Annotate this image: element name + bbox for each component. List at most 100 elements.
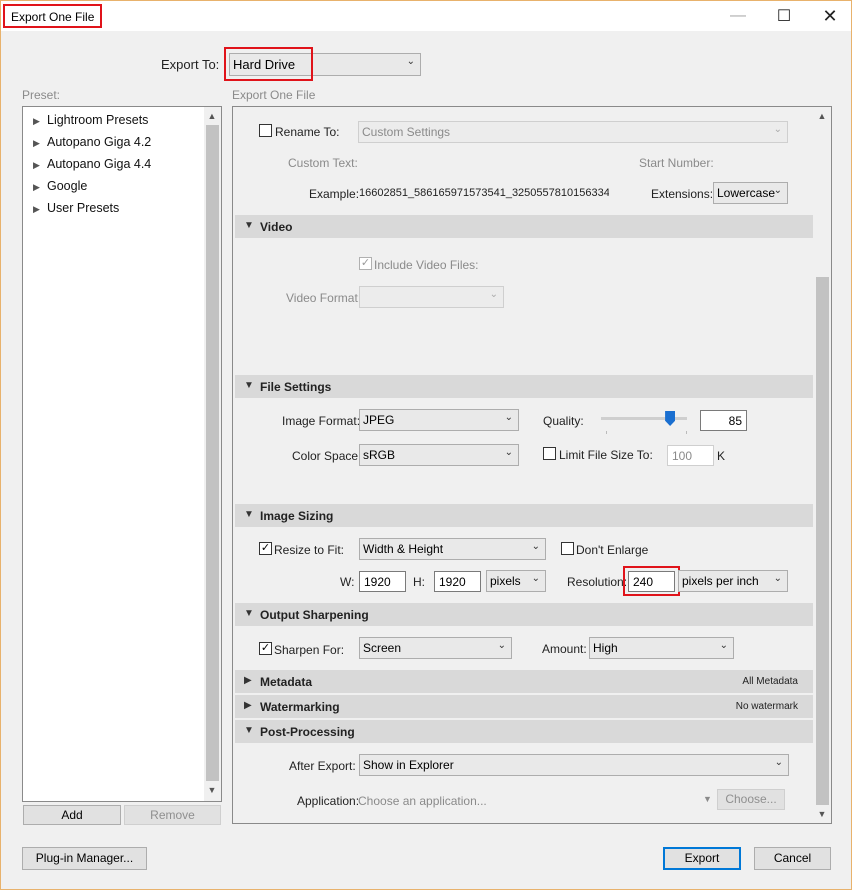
preset-item[interactable]: ▶ User Presets bbox=[33, 201, 119, 215]
image-format-select[interactable]: JPEG ⌄ bbox=[359, 409, 519, 431]
custom-text-label: Custom Text: bbox=[288, 156, 358, 170]
preset-item[interactable]: ▶ Autopano Giga 4.2 bbox=[33, 135, 151, 149]
image-format-label: Image Format: bbox=[282, 414, 361, 428]
preset-label: Preset: bbox=[22, 88, 61, 102]
chevron-down-icon: ⌄ bbox=[774, 757, 783, 768]
expand-triangle-icon[interactable]: ▶ bbox=[33, 116, 41, 127]
preset-scroll-thumb[interactable] bbox=[206, 125, 219, 781]
collapse-triangle-icon[interactable]: ▼ bbox=[244, 509, 254, 520]
export-button[interactable]: Export bbox=[663, 847, 741, 870]
resize-to-fit-label: Resize to Fit: bbox=[274, 543, 345, 557]
chevron-down-icon: ⌄ bbox=[504, 447, 513, 458]
start-number-label: Start Number: bbox=[639, 156, 714, 170]
quality-input[interactable]: 85 bbox=[700, 410, 747, 431]
file-settings-section-header[interactable]: ▼ File Settings bbox=[235, 375, 813, 398]
metadata-section-header[interactable]: ▶ Metadata All Metadata bbox=[235, 670, 813, 693]
resolution-label: Resolution: bbox=[567, 575, 628, 589]
resize-to-fit-select[interactable]: Width & Height ⌄ bbox=[359, 538, 546, 560]
close-icon[interactable]: ✕ bbox=[807, 1, 852, 31]
preset-item[interactable]: ▶ Google bbox=[33, 179, 87, 193]
color-space-select[interactable]: sRGB ⌄ bbox=[359, 444, 519, 466]
after-export-label: After Export: bbox=[289, 759, 356, 773]
expand-triangle-icon[interactable]: ▶ bbox=[33, 204, 41, 215]
sharpen-for-checkbox[interactable]: ✓ bbox=[259, 642, 272, 655]
collapse-triangle-icon[interactable]: ▼ bbox=[244, 380, 254, 391]
amount-select[interactable]: High ⌄ bbox=[589, 637, 734, 659]
sharpen-for-select[interactable]: Screen ⌄ bbox=[359, 637, 512, 659]
sharpen-for-label: Sharpen For: bbox=[274, 643, 345, 657]
rename-to-checkbox[interactable] bbox=[259, 124, 272, 137]
scroll-up-icon[interactable]: ▲ bbox=[814, 111, 830, 121]
scroll-up-icon[interactable]: ▲ bbox=[204, 111, 220, 121]
resolution-units-select[interactable]: pixels per inch ⌄ bbox=[678, 570, 788, 592]
title-bar[interactable]: Export One File — ☐ ✕ bbox=[1, 1, 851, 31]
chevron-down-icon: ⌄ bbox=[497, 640, 506, 651]
application-field[interactable]: Choose an application... bbox=[358, 794, 487, 808]
preset-scrollbar[interactable]: ▲ ▼ bbox=[204, 107, 221, 801]
right-panel-header: Export One File bbox=[232, 88, 316, 102]
limit-file-size-label: Limit File Size To: bbox=[559, 448, 653, 462]
chevron-down-icon: ⌄ bbox=[773, 124, 782, 135]
export-to-label: Export To: bbox=[161, 57, 220, 72]
collapse-triangle-icon[interactable]: ▼ bbox=[244, 220, 254, 231]
resize-to-fit-checkbox[interactable]: ✓ bbox=[259, 542, 272, 555]
preset-list[interactable]: ▶ Lightroom Presets ▶ Autopano Giga 4.2 ▶ A… bbox=[22, 106, 222, 802]
minimize-icon[interactable]: — bbox=[715, 1, 761, 31]
rename-to-label: Rename To: bbox=[275, 125, 340, 139]
window-title: Export One File bbox=[3, 4, 103, 28]
remove-preset-button[interactable]: Remove bbox=[124, 805, 221, 825]
amount-label: Amount: bbox=[542, 642, 587, 656]
export-dialog: Export One File — ☐ ✕ Export To: Hard Dr… bbox=[0, 0, 852, 890]
scroll-down-icon[interactable]: ▼ bbox=[204, 785, 220, 795]
include-video-label: Include Video Files: bbox=[374, 258, 479, 272]
video-section-header[interactable]: ▼ Video bbox=[235, 215, 813, 238]
quality-label: Quality: bbox=[543, 414, 584, 428]
video-format-select[interactable]: ⌄ bbox=[359, 286, 504, 308]
chevron-down-icon: ⌄ bbox=[773, 185, 782, 196]
rename-to-select[interactable]: Custom Settings ⌄ bbox=[358, 121, 788, 143]
choose-application-button[interactable]: Choose... bbox=[717, 789, 785, 810]
width-input[interactable]: 1920 bbox=[359, 571, 406, 592]
image-sizing-section-header[interactable]: ▼ Image Sizing bbox=[235, 504, 813, 527]
chevron-down-icon: ⌄ bbox=[719, 640, 728, 651]
extensions-label: Extensions: bbox=[651, 187, 714, 201]
plugin-manager-button[interactable]: Plug-in Manager... bbox=[22, 847, 147, 870]
collapse-triangle-icon[interactable]: ▼ bbox=[244, 725, 254, 736]
after-export-select[interactable]: Show in Explorer ⌄ bbox=[359, 754, 789, 776]
width-label: W: bbox=[340, 575, 355, 589]
collapse-triangle-icon[interactable]: ▼ bbox=[244, 608, 254, 619]
expand-triangle-icon[interactable]: ▶ bbox=[244, 675, 252, 686]
expand-triangle-icon[interactable]: ▶ bbox=[244, 700, 252, 711]
size-units-select[interactable]: pixels ⌄ bbox=[486, 570, 546, 592]
maximize-icon[interactable]: ☐ bbox=[761, 1, 807, 31]
dont-enlarge-checkbox[interactable] bbox=[561, 542, 574, 555]
chevron-down-icon: ⌄ bbox=[531, 573, 540, 584]
preset-item[interactable]: ▶ Lightroom Presets bbox=[33, 113, 148, 127]
application-dropdown-icon[interactable]: ▼ bbox=[703, 794, 712, 804]
add-preset-button[interactable]: Add bbox=[23, 805, 121, 825]
include-video-checkbox[interactable]: ✓ bbox=[359, 257, 372, 270]
settings-scroll-thumb[interactable] bbox=[816, 277, 829, 805]
height-input[interactable]: 1920 bbox=[434, 571, 481, 592]
quality-tick bbox=[686, 431, 687, 434]
limit-file-size-input[interactable]: 100 bbox=[667, 445, 714, 466]
color-space-label: Color Space: bbox=[292, 449, 362, 463]
output-sharpening-section-header[interactable]: ▼ Output Sharpening bbox=[235, 603, 813, 626]
metadata-summary: All Metadata bbox=[742, 676, 798, 687]
limit-file-size-checkbox[interactable] bbox=[543, 447, 556, 460]
height-label: H: bbox=[413, 575, 425, 589]
preset-item[interactable]: ▶ Autopano Giga 4.4 bbox=[33, 157, 151, 171]
extensions-select[interactable]: Lowercase ⌄ bbox=[713, 182, 788, 204]
watermarking-summary: No watermark bbox=[735, 701, 798, 712]
resolution-highlight bbox=[623, 566, 680, 596]
limit-file-size-unit: K bbox=[717, 449, 726, 463]
watermarking-section-header[interactable]: ▶ Watermarking No watermark bbox=[235, 695, 813, 718]
scroll-down-icon[interactable]: ▼ bbox=[814, 809, 830, 819]
expand-triangle-icon[interactable]: ▶ bbox=[33, 182, 41, 193]
expand-triangle-icon[interactable]: ▶ bbox=[33, 138, 41, 149]
cancel-button[interactable]: Cancel bbox=[754, 847, 831, 870]
application-label: Application: bbox=[297, 794, 360, 808]
expand-triangle-icon[interactable]: ▶ bbox=[33, 160, 41, 171]
post-processing-section-header[interactable]: ▼ Post-Processing bbox=[235, 720, 813, 743]
settings-scrollbar[interactable]: ▲ ▼ bbox=[814, 107, 831, 823]
